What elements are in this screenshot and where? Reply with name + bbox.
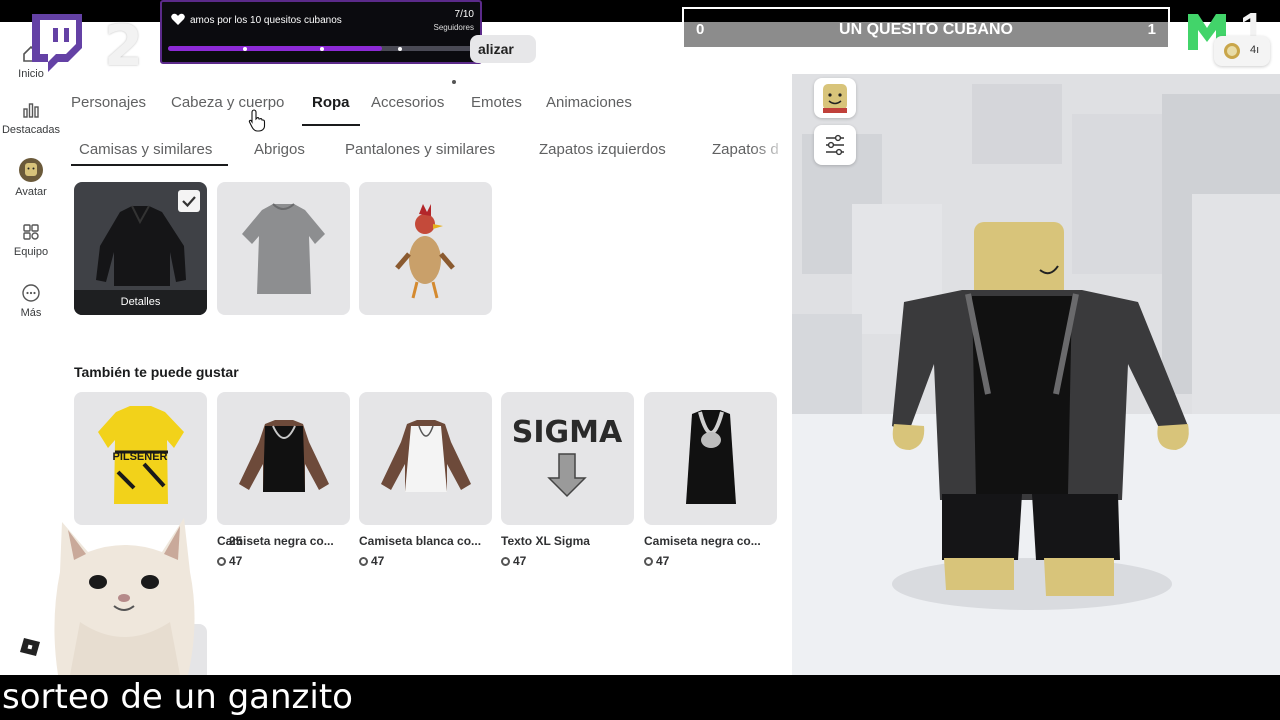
- tab-cabeza-y-cuerpo[interactable]: Cabeza y cuerpo: [171, 94, 284, 111]
- avatar-icon: [19, 158, 43, 182]
- nav-item-destacadas[interactable]: Destacadas: [0, 100, 62, 136]
- clothing-subtabs: Camisas y similares Abrigos Pantalones y…: [62, 136, 792, 176]
- robux-balance[interactable]: 4ı: [1214, 36, 1270, 66]
- nav-item-equipo[interactable]: Equipo: [0, 222, 62, 258]
- rec-item-name[interactable]: Texto XL Sigma: [501, 534, 590, 548]
- black-tee-thumbnail: [239, 420, 329, 492]
- black-tank-thumbnail: [686, 410, 736, 504]
- goal-label: Seguidores: [433, 23, 474, 32]
- left-big-number: 2: [104, 14, 143, 79]
- head-view-button[interactable]: [814, 78, 856, 118]
- subtab-fade: [752, 136, 792, 166]
- goal-count: 7/10: [454, 9, 474, 20]
- rec-item-sigma-text[interactable]: SIGMA: [501, 392, 634, 525]
- rec-item-name[interactable]: Camiseta negra co...: [217, 534, 334, 548]
- goal-marker: [320, 47, 324, 51]
- subtab-zapatos-izquierdos[interactable]: Zapatos izquierdos: [539, 141, 666, 158]
- checkmark-icon: [182, 196, 196, 208]
- recommendations-title: También te puede gustar: [74, 364, 239, 380]
- nav-label: Destacadas: [1, 124, 61, 136]
- category-tabs: Personajes Cabeza y cuerpo Ropa Accesori…: [71, 94, 791, 132]
- tab-personajes[interactable]: Personajes: [71, 94, 146, 111]
- robux-icon: [501, 557, 510, 566]
- rec-item-price: 47: [644, 554, 669, 568]
- white-tank-thumbnail: [381, 420, 471, 492]
- more-icon: [22, 284, 40, 302]
- sliders-icon: [826, 134, 844, 156]
- tab-animaciones[interactable]: Animaciones: [546, 94, 632, 111]
- selected-checkbox[interactable]: [178, 190, 200, 212]
- subtab-camisas[interactable]: Camisas y similares: [79, 141, 212, 158]
- owned-item-black-jacket[interactable]: Detalles: [74, 182, 207, 315]
- cat-overlay: [54, 518, 195, 675]
- scoreboard-right: 1: [1147, 21, 1156, 38]
- rec-item-black-tee-chains[interactable]: [217, 392, 350, 525]
- goal-text: amos por los 10 quesitos cubanos: [190, 15, 342, 26]
- nav-label: Avatar: [15, 186, 47, 198]
- jersey-sponsor-text: PILSENER: [112, 451, 167, 463]
- rec-item-price: 47: [359, 554, 384, 568]
- stream-caption: sorteo de un ganzito: [0, 675, 1280, 720]
- robux-icon: [1224, 43, 1240, 59]
- owned-item-gray-tshirt[interactable]: [217, 182, 350, 315]
- follower-goal-widget: amos por los 10 quesitos cubanos 7/10 Se…: [160, 0, 482, 64]
- robux-icon: [644, 557, 653, 566]
- sigma-thumbnail: SIGMA: [512, 415, 623, 498]
- rec-item-name[interactable]: Camiseta blanca co...: [359, 534, 481, 548]
- details-button[interactable]: Detalles: [74, 290, 207, 315]
- tshirt-thumbnail: [242, 203, 325, 294]
- robux-amount: 4ı: [1250, 44, 1260, 56]
- twitch-logo: [32, 14, 82, 72]
- avatar-scene: [792, 74, 1280, 675]
- avatar-3d-viewport[interactable]: [792, 74, 1280, 675]
- nav-item-avatar[interactable]: Avatar: [0, 158, 62, 198]
- mouse-cursor-icon: [248, 109, 266, 132]
- rec-item-white-tank[interactable]: [359, 392, 492, 525]
- subtab-abrigos[interactable]: Abrigos: [254, 141, 305, 158]
- chart-icon: [23, 103, 39, 118]
- rec-item-price: 47: [217, 554, 242, 568]
- rec-item-name[interactable]: Camiseta negra co...: [644, 534, 761, 548]
- team-icon: [23, 224, 39, 240]
- robux-icon: [359, 557, 368, 566]
- avatar-head-icon: [823, 84, 847, 113]
- update-button[interactable]: alizar: [470, 35, 536, 63]
- goal-marker: [243, 47, 247, 51]
- owned-item-rooster[interactable]: [359, 182, 492, 315]
- nav-label: Más: [20, 307, 42, 319]
- goal-progress-fill: [168, 46, 383, 51]
- subtab-pantalones[interactable]: Pantalones y similares: [345, 141, 495, 158]
- robux-icon: [217, 557, 226, 566]
- rec-item-black-tank-chains[interactable]: [644, 392, 777, 525]
- active-tab-indicator: [302, 124, 360, 126]
- customize-button[interactable]: [814, 125, 856, 165]
- sigma-text: SIGMA: [512, 415, 623, 450]
- scoreboard: 0 UN QUESITO CUBANO 1: [682, 7, 1170, 49]
- tab-emotes[interactable]: Emotes: [471, 94, 522, 111]
- rooster-thumbnail: [395, 204, 455, 299]
- drag-handle-dot: [452, 80, 456, 84]
- roblox-logo-icon: [20, 638, 40, 656]
- rec-item-jersey[interactable]: PILSENER: [74, 392, 207, 525]
- active-subtab-indicator: [71, 164, 228, 166]
- heart-icon: [171, 13, 185, 25]
- tab-ropa[interactable]: Ropa: [312, 94, 350, 111]
- scoreboard-title: UN QUESITO CUBANO: [839, 21, 1013, 38]
- tab-accesorios[interactable]: Accesorios: [371, 94, 444, 111]
- nav-item-mas[interactable]: Más: [0, 283, 62, 319]
- rec-item-price: 47: [501, 554, 526, 568]
- goal-marker: [398, 47, 402, 51]
- jersey-thumbnail: PILSENER: [98, 406, 184, 504]
- nav-label: Equipo: [13, 246, 49, 258]
- goal-progress-bar: [168, 46, 474, 51]
